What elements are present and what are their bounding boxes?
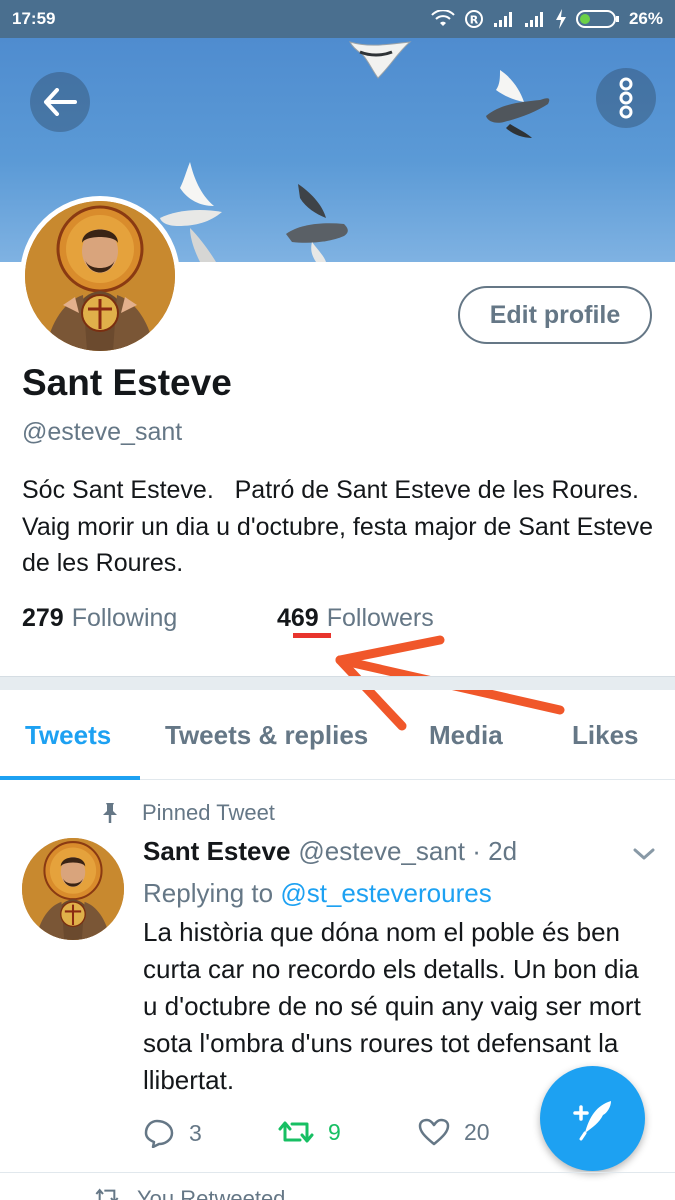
edit-profile-button[interactable]: Edit profile xyxy=(458,286,652,344)
tweet-avatar[interactable] xyxy=(22,838,124,940)
follow-counts: 279 Following 469 Followers xyxy=(22,604,434,638)
svg-text:R: R xyxy=(470,14,479,27)
profile-handle: @esteve_sant xyxy=(22,418,183,446)
battery-icon xyxy=(575,10,619,28)
signal-icon xyxy=(524,12,543,27)
tweet-author-name[interactable]: Sant Esteve xyxy=(143,836,290,867)
registered-icon: R xyxy=(464,10,483,28)
section-divider xyxy=(0,676,675,690)
profile-bio: Sóc Sant Esteve. Patró de Sant Esteve de… xyxy=(22,476,660,577)
pin-icon xyxy=(103,803,117,823)
more-vertical-icon xyxy=(619,77,633,119)
followers-count: 469 xyxy=(277,604,319,632)
retweet-icon xyxy=(278,1121,314,1143)
reply-count: 3 xyxy=(189,1119,202,1146)
retweeted-label: You Retweeted xyxy=(137,1186,286,1200)
tweet-handle-time: @esteve_sant · 2d xyxy=(298,836,518,866)
followers-label: Followers xyxy=(326,604,434,632)
retweet-icon xyxy=(95,1188,119,1200)
following-count: 279 xyxy=(22,604,64,632)
tweet-header: Sant Esteve @esteve_sant · 2d xyxy=(143,836,517,867)
replying-to-link[interactable]: @st_esteveroures xyxy=(280,878,491,908)
chevron-down-icon[interactable] xyxy=(632,846,656,862)
tab-likes[interactable]: Likes xyxy=(572,690,639,780)
replying-to: Replying to @st_esteveroures xyxy=(143,878,492,909)
saint-icon-portrait xyxy=(22,838,124,940)
status-icons: R 26% xyxy=(431,9,663,29)
pinned-label: Pinned Tweet xyxy=(142,800,275,825)
reply-icon xyxy=(144,1119,174,1148)
wifi-icon xyxy=(431,10,455,26)
battery-percent: 26% xyxy=(628,9,663,28)
status-bar: 17:59 R 26% xyxy=(0,0,675,38)
charging-icon xyxy=(555,9,566,29)
active-tab-indicator xyxy=(0,776,140,780)
more-options-button[interactable] xyxy=(596,68,656,128)
arrow-left-icon xyxy=(44,88,77,116)
retweet-button[interactable]: 9 xyxy=(278,1118,341,1146)
signal-icon xyxy=(493,12,512,27)
following-label: Following xyxy=(71,604,178,632)
tab-media[interactable]: Media xyxy=(429,690,503,780)
retweet-count: 9 xyxy=(328,1118,341,1145)
tab-tweets-replies[interactable]: Tweets & replies xyxy=(165,690,368,780)
pinned-indicator: Pinned Tweet xyxy=(100,800,275,826)
status-time: 17:59 xyxy=(12,9,56,28)
next-tweet-context: You Retweeted xyxy=(95,1186,285,1200)
following-link[interactable]: 279 Following xyxy=(22,604,277,633)
reply-button[interactable]: 3 xyxy=(143,1118,202,1148)
compose-tweet-button[interactable] xyxy=(540,1066,645,1171)
profile-avatar[interactable] xyxy=(20,196,180,356)
followers-link[interactable]: 469 Followers xyxy=(277,604,434,638)
like-button[interactable]: 20 xyxy=(418,1118,490,1146)
tab-tweets[interactable]: Tweets xyxy=(25,690,111,780)
profile-name: Sant Esteve xyxy=(22,362,232,403)
like-count: 20 xyxy=(464,1118,490,1145)
profile-tabs: Tweets Tweets & replies Media Likes xyxy=(0,690,675,780)
back-button[interactable] xyxy=(30,72,90,132)
compose-feather-icon xyxy=(572,1100,611,1140)
saint-icon-portrait xyxy=(25,201,175,351)
replying-prefix: Replying to xyxy=(143,878,274,908)
heart-icon xyxy=(418,1118,450,1146)
tweet-divider xyxy=(0,1172,675,1173)
